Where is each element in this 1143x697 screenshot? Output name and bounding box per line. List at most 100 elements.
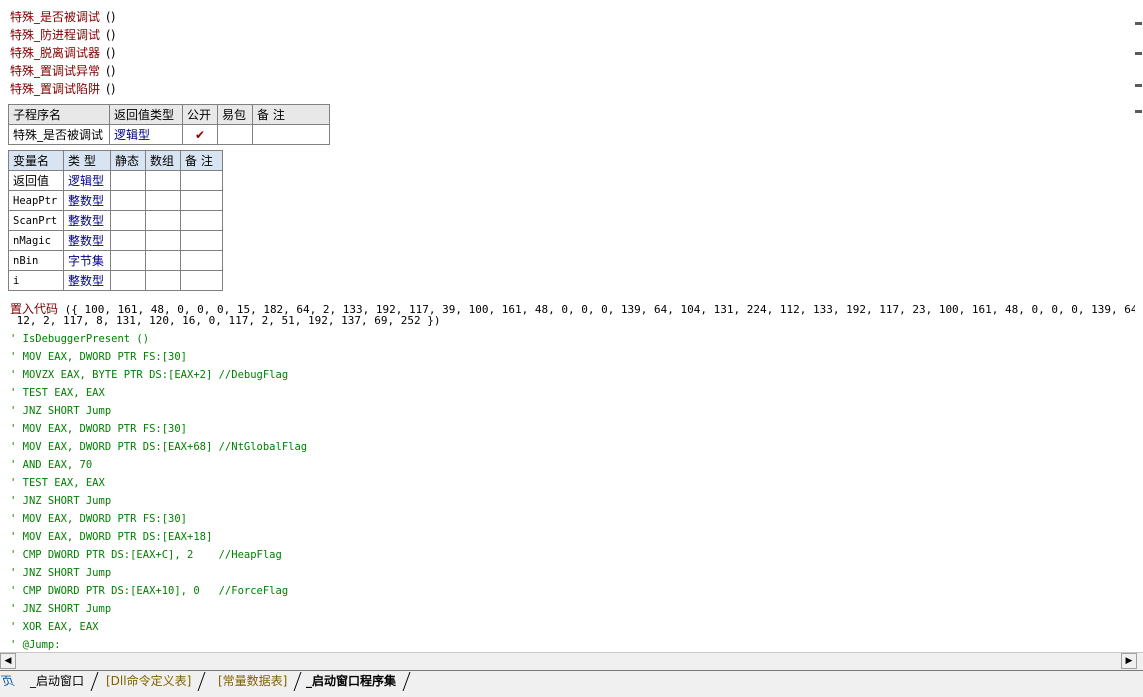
call-parens: () [106,28,116,42]
variable-table: 变量名 类 型 静态 数组 备 注 返回值 逻辑型 HeapPtr 整数型 Sc… [8,150,223,291]
comment-line[interactable]: ' JNZ SHORT Jump [10,564,111,582]
header-static: 静态 [110,150,146,171]
table-row[interactable]: i 整数型 [8,270,223,291]
table-row[interactable]: nBin 字节集 [8,250,223,271]
array-cell[interactable] [145,250,181,271]
easy-package-cell[interactable] [217,124,253,145]
comment-line[interactable]: ' MOVZX EAX, BYTE PTR DS:[EAX+2] //Debug… [10,366,288,384]
header-array: 数组 [145,150,181,171]
remark-cell[interactable] [180,230,223,251]
table-row[interactable]: HeapPtr 整数型 [8,190,223,211]
header-easy-package: 易包 [217,104,253,125]
static-cell[interactable] [110,170,146,191]
code-line-call[interactable]: 特殊_防进程调试 () [10,26,115,44]
tab-label: [常量数据表] [218,674,288,688]
header-type: 类 型 [63,150,111,171]
call-parens: () [106,46,116,60]
horizontal-scrollbar[interactable]: ◀ ▶ [0,652,1143,670]
header-sub-name: 子程序名 [8,104,110,125]
table-row[interactable]: ScanPrt 整数型 [8,210,223,231]
tab-dll-commands[interactable]: [Dll命令定义表] [92,672,206,691]
var-type-cell[interactable]: 整数型 [63,190,111,211]
comment-line[interactable]: ' XOR EAX, EAX [10,618,99,636]
public-checkbox[interactable]: ✔ [182,124,218,145]
comment-line[interactable]: ' MOV EAX, DWORD PTR DS:[EAX+18] [10,528,212,546]
remark-cell[interactable] [180,210,223,231]
comment-line[interactable]: ' MOV EAX, DWORD PTR FS:[30] [10,510,187,528]
overview-ruler[interactable] [1135,0,1143,652]
code-line-call[interactable]: 特殊_置调试异常 () [10,62,115,80]
table-row[interactable]: 返回值 逻辑型 [8,170,223,191]
code-line-continuation[interactable]: 12, 2, 117, 8, 131, 120, 16, 0, 117, 2, … [10,312,441,330]
array-cell[interactable] [145,230,181,251]
code-editor[interactable]: 特殊_是否被调试 () 特殊_防进程调试 () 特殊_脱离调试器 () 特殊_置调试异… [0,0,1135,652]
comment-line[interactable]: ' JNZ SHORT Jump [10,492,111,510]
static-cell[interactable] [110,230,146,251]
var-name-cell[interactable]: HeapPtr [8,190,64,211]
tab-startup-program-set[interactable]: _启动窗口程序集 [292,672,411,691]
tab-constants[interactable]: [常量数据表] [204,672,302,691]
comment-line[interactable]: ' TEST EAX, EAX [10,474,105,492]
array-cell[interactable] [145,170,181,191]
var-type-cell[interactable]: 整数型 [63,210,111,231]
code-line-call[interactable]: 特殊_置调试陷阱 () [10,80,115,98]
call-name: 特殊_是否被调试 [10,10,101,24]
remark-cell[interactable] [180,190,223,211]
ruler-marker[interactable] [1135,110,1142,113]
comment-line[interactable]: ' AND EAX, 70 [10,456,92,474]
call-name: 特殊_防进程调试 [10,28,101,42]
comment-line[interactable]: ' MOV EAX, DWORD PTR DS:[EAX+68] //NtGlo… [10,438,307,456]
var-type-cell[interactable]: 整数型 [63,230,111,251]
static-cell[interactable] [110,270,146,291]
var-name-cell[interactable]: 返回值 [8,170,64,191]
code-line-call[interactable]: 特殊_脱离调试器 () [10,44,115,62]
comment-line[interactable]: ' TEST EAX, EAX [10,384,105,402]
scroll-right-icon[interactable]: ▶ [1121,653,1137,669]
tab-bar: 页 _启动窗口 [Dll命令定义表] [常量数据表] _启动窗口程序集 [0,670,1143,697]
static-cell[interactable] [110,250,146,271]
header-remark: 备 注 [252,104,330,125]
comment-line[interactable]: ' IsDebuggerPresent () [10,330,149,348]
array-cell[interactable] [145,210,181,231]
remark-cell[interactable] [180,270,223,291]
var-type-cell[interactable]: 逻辑型 [63,170,111,191]
call-parens: () [106,10,116,24]
var-name-cell[interactable]: nBin [8,250,64,271]
comment-line[interactable]: ' @Jump: [10,636,61,652]
byte-array: 12, 2, 117, 8, 131, 120, 16, 0, 117, 2, … [10,314,441,327]
call-name: 特殊_置调试异常 [10,64,101,78]
var-type-cell[interactable]: 字节集 [63,250,111,271]
var-name-cell[interactable]: ScanPrt [8,210,64,231]
table-row[interactable]: nMagic 整数型 [8,230,223,251]
ruler-marker[interactable] [1135,84,1142,87]
tab-label: 页 [0,674,17,688]
sub-name-cell[interactable]: 特殊_是否被调试 [8,124,110,145]
comment-line[interactable]: ' CMP DWORD PTR DS:[EAX+10], 0 //ForceFl… [10,582,288,600]
array-cell[interactable] [145,190,181,211]
static-cell[interactable] [110,190,146,211]
remark-cell[interactable] [252,124,330,145]
remark-cell[interactable] [180,170,223,191]
comment-line[interactable]: ' MOV EAX, DWORD PTR FS:[30] [10,420,187,438]
header-remark: 备 注 [180,150,223,171]
tab-startup-window[interactable]: _启动窗口 [16,672,99,691]
header-var-name: 变量名 [8,150,64,171]
var-name-cell[interactable]: i [8,270,64,291]
call-name: 特殊_置调试陷阱 [10,82,101,96]
ruler-marker[interactable] [1135,52,1142,55]
tab-label: [Dll命令定义表] [106,674,192,688]
comment-line[interactable]: ' CMP DWORD PTR DS:[EAX+C], 2 //HeapFlag [10,546,282,564]
static-cell[interactable] [110,210,146,231]
ruler-marker[interactable] [1135,22,1142,25]
var-type-cell[interactable]: 整数型 [63,270,111,291]
comment-line[interactable]: ' JNZ SHORT Jump [10,402,111,420]
tab-page[interactable]: 页 [0,672,16,691]
return-type-cell[interactable]: 逻辑型 [109,124,183,145]
var-name-cell[interactable]: nMagic [8,230,64,251]
code-line-call[interactable]: 特殊_是否被调试 () [10,8,115,26]
array-cell[interactable] [145,270,181,291]
remark-cell[interactable] [180,250,223,271]
comment-line[interactable]: ' MOV EAX, DWORD PTR FS:[30] [10,348,187,366]
scroll-left-icon[interactable]: ◀ [0,653,16,669]
comment-line[interactable]: ' JNZ SHORT Jump [10,600,111,618]
